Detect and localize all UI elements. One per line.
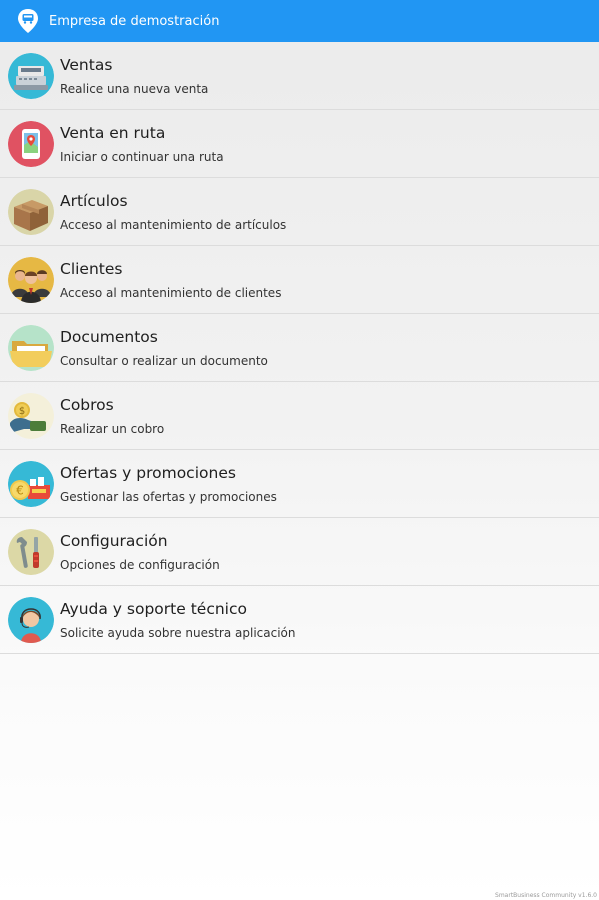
menu-item-clientes[interactable]: Clientes Acceso al mantenimiento de clie… xyxy=(0,246,599,314)
main-menu: Ventas Realice una nueva venta Venta en … xyxy=(0,42,599,654)
menu-item-cobros[interactable]: $ Cobros Realizar un cobro xyxy=(0,382,599,450)
menu-item-title: Cobros xyxy=(60,395,114,414)
menu-item-title: Configuración xyxy=(60,531,168,550)
route-map-icon xyxy=(8,120,54,167)
menu-item-subtitle: Opciones de configuración xyxy=(60,557,220,572)
cash-register-icon xyxy=(8,52,54,99)
support-agent-icon xyxy=(8,596,54,643)
menu-item-title: Documentos xyxy=(60,327,158,346)
version-label: SmartBusiness Community v1.6.0 xyxy=(495,892,597,899)
menu-item-subtitle: Realice una nueva venta xyxy=(60,81,209,96)
menu-item-subtitle: Consultar o realizar un documento xyxy=(60,353,268,368)
folder-icon xyxy=(8,324,54,371)
menu-item-articulos[interactable]: Artículos Acceso al mantenimiento de art… xyxy=(0,178,599,246)
menu-item-documentos[interactable]: Documentos Consultar o realizar un docum… xyxy=(0,314,599,382)
svg-text:$: $ xyxy=(19,406,25,417)
menu-item-subtitle: Acceso al mantenimiento de artículos xyxy=(60,217,287,232)
menu-item-subtitle: Acceso al mantenimiento de clientes xyxy=(60,285,282,300)
app-title: Empresa de demostración xyxy=(49,13,220,29)
tools-icon xyxy=(8,528,54,575)
menu-item-configuracion[interactable]: Configuración Opciones de configuración xyxy=(0,518,599,586)
menu-item-ofertas[interactable]: € Ofertas y promociones Gestionar las of… xyxy=(0,450,599,518)
menu-item-title: Artículos xyxy=(60,191,128,210)
menu-item-title: Clientes xyxy=(60,259,123,278)
menu-item-venta-en-ruta[interactable]: Venta en ruta Iniciar o continuar una ru… xyxy=(0,110,599,178)
menu-item-subtitle: Iniciar o continuar una ruta xyxy=(60,149,224,164)
app-bar: Empresa de demostración xyxy=(0,0,599,42)
payment-icon: $ xyxy=(8,392,54,439)
menu-item-title: Venta en ruta xyxy=(60,123,166,142)
customers-icon xyxy=(8,256,54,303)
menu-item-title: Ventas xyxy=(60,55,113,74)
menu-item-ventas[interactable]: Ventas Realice una nueva venta xyxy=(0,42,599,110)
menu-item-subtitle: Gestionar las ofertas y promociones xyxy=(60,489,277,504)
menu-item-ayuda[interactable]: Ayuda y soporte técnico Solicite ayuda s… xyxy=(0,586,599,654)
app-logo-icon xyxy=(18,9,38,33)
menu-item-title: Ayuda y soporte técnico xyxy=(60,599,247,618)
box-icon xyxy=(8,188,54,235)
svg-text:€: € xyxy=(16,483,24,497)
offers-icon: € xyxy=(8,460,54,507)
menu-item-title: Ofertas y promociones xyxy=(60,463,236,482)
menu-item-subtitle: Solicite ayuda sobre nuestra aplicación xyxy=(60,625,296,640)
menu-item-subtitle: Realizar un cobro xyxy=(60,421,165,436)
